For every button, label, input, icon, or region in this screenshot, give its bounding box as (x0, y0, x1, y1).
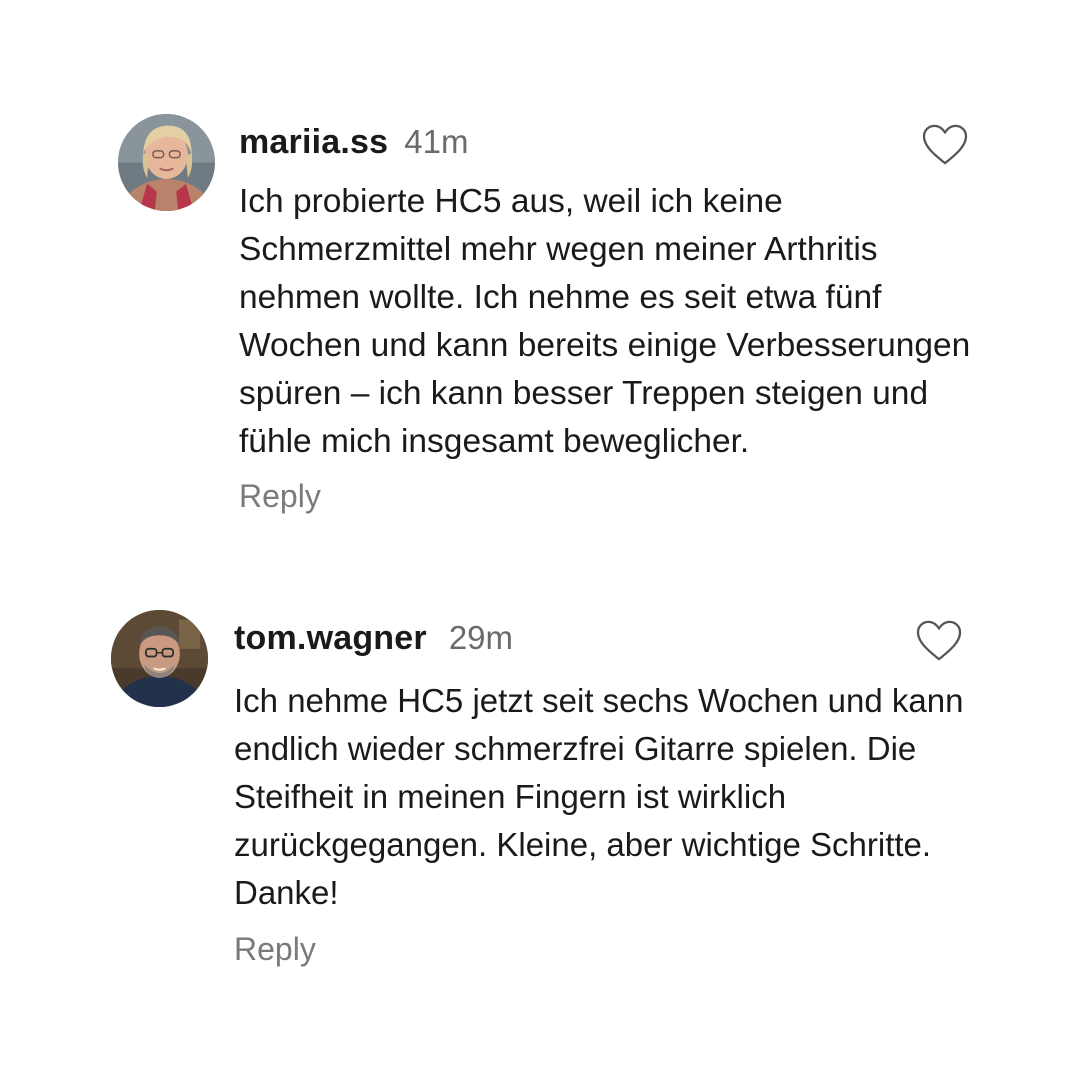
comment-text: Ich nehme HC5 jetzt seit sechs Wochen un… (234, 682, 964, 911)
heart-outline-icon[interactable] (922, 124, 968, 166)
timestamp: 29m (448, 619, 514, 656)
username[interactable]: tom.wagner (234, 619, 427, 658)
avatar-image (111, 610, 208, 707)
avatar-image (118, 114, 215, 211)
comment-text: Ich probierte HC5 aus, weil ich keine Sc… (239, 183, 971, 460)
comment-content: tom.wagner 29m Ich nehme HC5 jetzt seit … (234, 608, 969, 968)
heart-outline-icon[interactable] (916, 620, 962, 662)
reply-button[interactable]: Reply (234, 931, 316, 968)
comment-header: mariia.ss 41m (239, 112, 974, 172)
comment-content: mariia.ss 41m Ich probierte HC5 aus, wei… (239, 112, 974, 515)
timestamp: 41m (404, 123, 469, 160)
avatar[interactable] (111, 610, 208, 707)
reply-button[interactable]: Reply (239, 478, 321, 515)
comment-header: tom.wagner 29m (234, 608, 969, 668)
avatar[interactable] (118, 114, 215, 211)
username[interactable]: mariia.ss (239, 123, 388, 162)
